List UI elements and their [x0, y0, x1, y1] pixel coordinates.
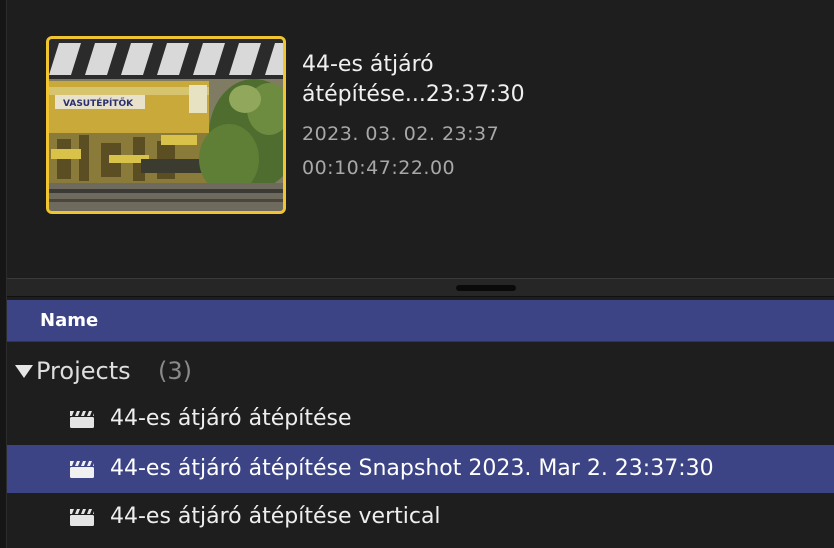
project-duration: 00:10:47:22.00	[302, 157, 456, 179]
list-item-selected[interactable]: 44-es átjáró átépítése Snapshot 2023. Ma…	[7, 445, 834, 493]
project-title-line2: átépítése...23:37:30	[302, 82, 525, 107]
list-item-label: 44-es átjáró átépítése vertical	[110, 504, 441, 529]
clapperboard-icon	[70, 509, 94, 526]
list-item[interactable]: 44-es átjáró átépítése	[7, 395, 834, 443]
window-edge	[0, 0, 7, 548]
project-thumbnail[interactable]: VASUTÉPÍTŐK	[46, 36, 286, 214]
list-item-label: 44-es átjáró átépítése Snapshot 2023. Ma…	[110, 456, 714, 481]
group-label: Projects	[36, 357, 131, 385]
splitter-handle[interactable]	[456, 285, 516, 291]
clapperboard-icon	[70, 461, 94, 478]
project-browser: VASUTÉPÍTŐK 44-es átjáró átépítése...23:…	[0, 0, 834, 548]
group-count: (3)	[158, 357, 192, 385]
project-date: 2023. 03. 02. 23:37	[302, 123, 500, 145]
list-header: Name	[7, 300, 834, 342]
clapperboard-icon	[70, 411, 94, 428]
pane-splitter[interactable]	[7, 278, 834, 297]
group-row-projects[interactable]: Projects (3)	[7, 350, 834, 392]
column-header-name[interactable]: Name	[40, 311, 98, 331]
project-title-line1: 44-es átjáró	[302, 52, 434, 77]
project-preview: VASUTÉPÍTŐK 44-es átjáró átépítése...23:…	[7, 0, 834, 278]
thumbnail-image: VASUTÉPÍTŐK	[49, 39, 283, 211]
project-info: 44-es átjáró átépítése...23:37:30 2023. …	[302, 50, 822, 180]
disclosure-triangle-icon[interactable]	[15, 365, 33, 378]
thumbnail-logo-text: VASUTÉPÍTŐK	[63, 97, 134, 109]
list-item-label: 44-es átjáró átépítése	[110, 406, 352, 431]
project-list: Name Projects (3) 44-es átjáró átépítése	[7, 297, 834, 548]
list-item[interactable]: 44-es átjáró átépítése vertical	[7, 493, 834, 541]
